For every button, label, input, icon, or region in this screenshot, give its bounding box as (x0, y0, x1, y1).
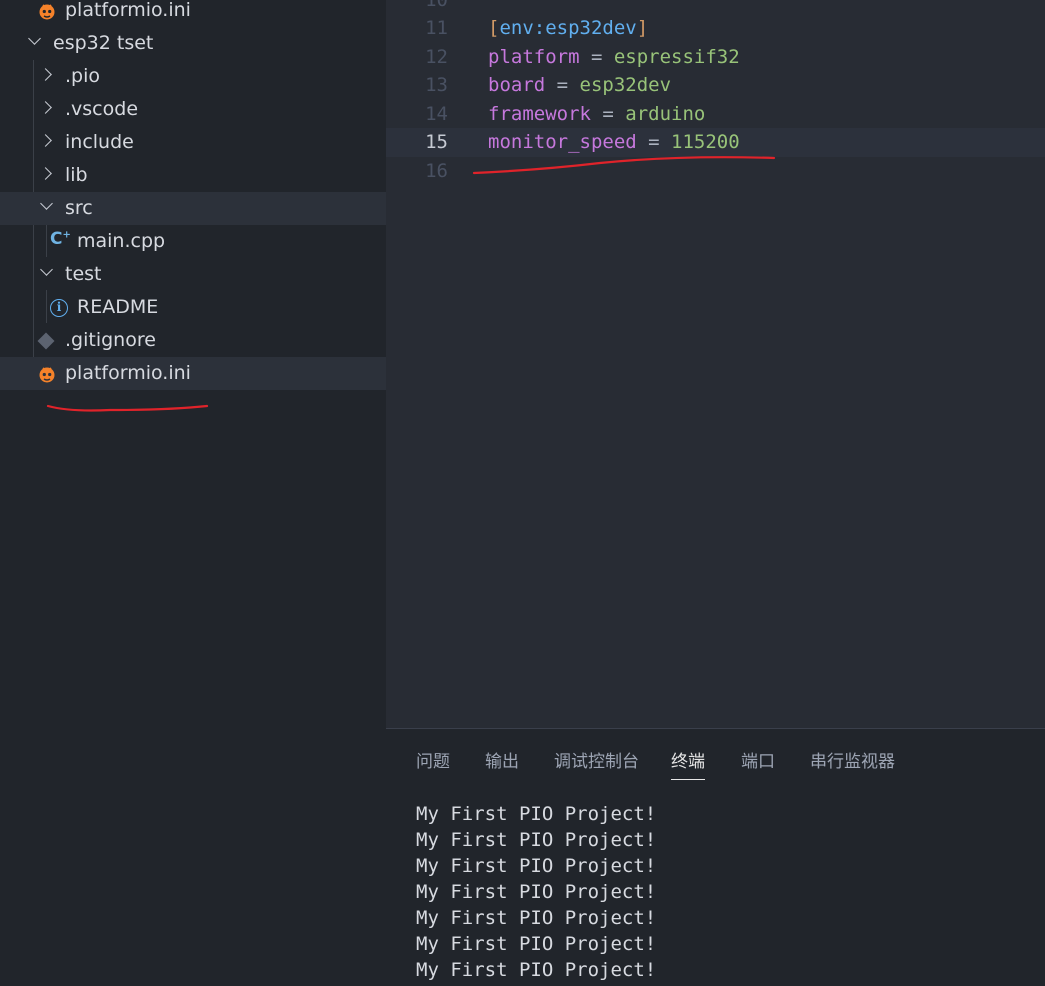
info-icon: i (50, 299, 68, 317)
code-line-current: 15 monitor_speed = 115200 (386, 128, 1045, 157)
tab-output[interactable]: 输出 (485, 747, 519, 772)
code-text: monitor_speed = 115200 (488, 131, 740, 153)
chevron-right-icon (39, 68, 52, 81)
folder-label: lib (65, 164, 88, 186)
chevron-down-icon (40, 197, 53, 210)
line-number: 14 (425, 103, 448, 125)
file-label: platformio.ini (65, 362, 191, 384)
chevron-right-icon (39, 134, 52, 147)
folder-esp32-tset[interactable]: esp32 tset (0, 27, 386, 60)
folder-include[interactable]: include (0, 126, 386, 159)
tab-problems[interactable]: 问题 (416, 747, 450, 772)
terminal-line: My First PIO Project! (416, 855, 657, 877)
folder-src[interactable]: src (0, 192, 386, 225)
code-text: [env:esp32dev] (488, 17, 649, 39)
tab-serial-monitor[interactable]: 串行监视器 (810, 747, 895, 772)
folder-label: src (65, 197, 93, 219)
code-line: 14 framework = arduino (386, 100, 1045, 129)
terminal-line: My First PIO Project! (416, 803, 657, 825)
code-text: platform = espressif32 (488, 46, 740, 68)
terminal-line: My First PIO Project! (416, 829, 657, 851)
file-readme[interactable]: i README (0, 291, 386, 324)
line-number: 16 (425, 160, 448, 182)
code-text: framework = arduino (488, 103, 706, 125)
terminal-line: My First PIO Project! (416, 933, 657, 955)
file-gitignore[interactable]: .gitignore (0, 324, 386, 357)
folder-label: .pio (65, 65, 101, 87)
file-label: platformio.ini (65, 0, 191, 21)
chevron-right-icon (39, 101, 52, 114)
folder-vscode[interactable]: .vscode (0, 93, 386, 126)
platformio-icon (39, 367, 55, 383)
folder-test[interactable]: test (0, 258, 386, 291)
file-label: .gitignore (65, 329, 156, 351)
chevron-down-icon (40, 263, 53, 276)
file-platformio-ini[interactable]: platformio.ini (0, 357, 386, 390)
code-line: 11 [env:esp32dev] (386, 14, 1045, 43)
folder-label: include (65, 131, 134, 153)
tab-terminal[interactable]: 终端 (671, 747, 705, 780)
file-platformio-ini-top[interactable]: platformio.ini (0, 0, 386, 27)
line-number: 11 (425, 17, 448, 39)
explorer-sidebar: platformio.ini esp32 tset .pio .vscode i… (0, 0, 386, 986)
terminal-line: My First PIO Project! (416, 959, 657, 981)
platformio-icon (39, 4, 55, 20)
folder-pio[interactable]: .pio (0, 60, 386, 93)
folder-label: esp32 tset (53, 32, 154, 54)
bottom-panel: 问题 输出 调试控制台 终端 端口 串行监视器 My First PIO Pro… (386, 728, 1045, 986)
line-number: 12 (425, 46, 448, 68)
folder-label: test (65, 263, 102, 285)
code-editor[interactable]: 10 11 [env:esp32dev] 12 platform = espre… (386, 0, 1045, 728)
folder-lib[interactable]: lib (0, 159, 386, 192)
code-line: 13 board = esp32dev (386, 71, 1045, 100)
folder-label: .vscode (65, 98, 139, 120)
line-number: 10 (425, 0, 448, 11)
chevron-right-icon (39, 167, 52, 180)
tab-debug-console[interactable]: 调试控制台 (554, 747, 639, 772)
line-number: 13 (425, 74, 448, 96)
cpp-file-icon: C+ (50, 229, 71, 249)
git-icon (37, 332, 55, 350)
code-line: 10 (386, 0, 1045, 15)
code-text: board = esp32dev (488, 74, 672, 96)
file-main-cpp[interactable]: C+ main.cpp (0, 225, 386, 258)
file-label: README (77, 296, 159, 318)
code-line: 16 (386, 157, 1045, 186)
tab-ports[interactable]: 端口 (741, 747, 775, 772)
terminal-line: My First PIO Project! (416, 881, 657, 903)
file-label: main.cpp (77, 230, 166, 252)
chevron-down-icon (28, 32, 41, 45)
code-line: 12 platform = espressif32 (386, 43, 1045, 72)
line-number: 15 (425, 131, 448, 153)
terminal-line: My First PIO Project! (416, 907, 657, 929)
